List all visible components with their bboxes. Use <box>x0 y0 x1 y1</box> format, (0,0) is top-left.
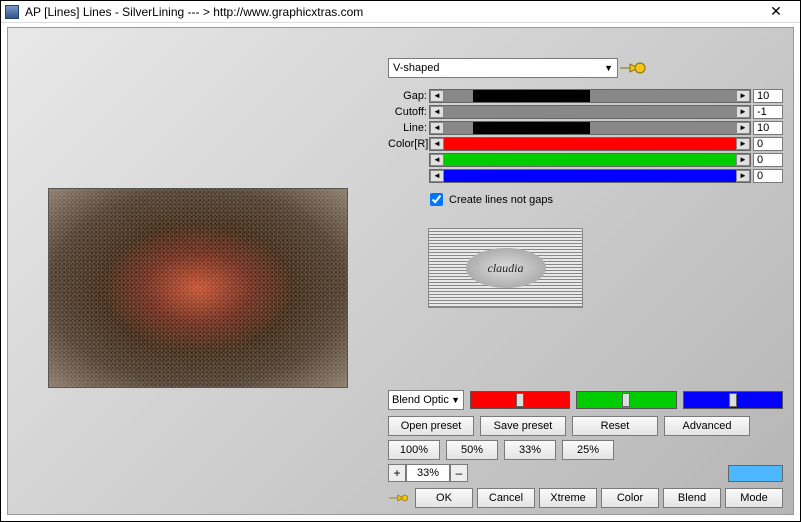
rgb-slider[interactable] <box>683 391 783 409</box>
logo-badge: claudia <box>428 228 583 308</box>
param-value[interactable]: 10 <box>753 121 783 135</box>
mode-button[interactable]: Mode <box>725 488 783 508</box>
color-button[interactable]: Color <box>601 488 659 508</box>
slider-left-arrow[interactable]: ◄ <box>430 170 444 182</box>
param-row: ◄ ► 0 <box>388 168 783 183</box>
app-icon <box>5 5 19 19</box>
slider-right-arrow[interactable]: ► <box>736 138 750 150</box>
param-slider[interactable]: ◄ ► <box>429 89 751 103</box>
color-swatch[interactable] <box>728 465 783 482</box>
param-value[interactable]: -1 <box>753 105 783 119</box>
param-label: Color[R]: <box>388 138 429 150</box>
preview-image <box>48 188 348 388</box>
param-value[interactable]: 0 <box>753 169 783 183</box>
window-title: AP [Lines] Lines - SilverLining --- > ht… <box>25 5 756 19</box>
rgb-slider[interactable] <box>576 391 676 409</box>
open-preset-button[interactable]: Open preset <box>388 416 474 436</box>
param-label: Gap: <box>388 90 429 102</box>
slider-right-arrow[interactable]: ► <box>736 90 750 102</box>
param-value[interactable]: 0 <box>753 137 783 151</box>
param-value[interactable]: 10 <box>753 89 783 103</box>
slider-left-arrow[interactable]: ◄ <box>430 138 444 150</box>
zoom-25pct-button[interactable]: 25% <box>562 440 614 460</box>
slider-left-arrow[interactable]: ◄ <box>430 122 444 134</box>
shape-dropdown[interactable]: V-shaped ▼ <box>388 58 618 78</box>
zoom-50pct-button[interactable]: 50% <box>446 440 498 460</box>
param-label: Cutoff: <box>388 106 429 118</box>
slider-right-arrow[interactable]: ► <box>736 122 750 134</box>
cancel-button[interactable]: Cancel <box>477 488 535 508</box>
xtreme-button[interactable]: Xtreme <box>539 488 597 508</box>
param-row: ◄ ► 0 <box>388 152 783 167</box>
param-slider[interactable]: ◄ ► <box>429 121 751 135</box>
zoom-33pct-button[interactable]: 33% <box>504 440 556 460</box>
top-controls: V-shaped ▼ Gap: ◄ ► 10 Cutoff: ◄ ► -1 Li… <box>388 58 783 206</box>
slider-left-arrow[interactable]: ◄ <box>430 90 444 102</box>
pointing-hand-icon <box>618 59 648 77</box>
slider-thumb[interactable] <box>729 393 737 407</box>
param-row: Line: ◄ ► 10 <box>388 120 783 135</box>
save-preset-button[interactable]: Save preset <box>480 416 566 436</box>
chevron-down-icon: ▼ <box>451 395 460 405</box>
slider-thumb[interactable] <box>516 393 524 407</box>
advanced-button[interactable]: Advanced <box>664 416 750 436</box>
blend-button[interactable]: Blend <box>663 488 721 508</box>
zoom-out-button[interactable]: – <box>450 464 468 482</box>
blend-dropdown[interactable]: Blend Optic ▼ <box>388 390 464 410</box>
param-row: Color[R]: ◄ ► 0 <box>388 136 783 151</box>
param-row: Cutoff: ◄ ► -1 <box>388 104 783 119</box>
create-lines-label: Create lines not gaps <box>449 194 553 206</box>
param-label: Line: <box>388 122 429 134</box>
shape-dropdown-value: V-shaped <box>393 62 439 74</box>
zoom-100pct-button[interactable]: 100% <box>388 440 440 460</box>
slider-left-arrow[interactable]: ◄ <box>430 106 444 118</box>
zoom-in-button[interactable]: + <box>388 464 406 482</box>
reset-button[interactable]: Reset <box>572 416 658 436</box>
slider-thumb[interactable] <box>622 393 630 407</box>
content-area: V-shaped ▼ Gap: ◄ ► 10 Cutoff: ◄ ► -1 Li… <box>7 27 794 515</box>
create-lines-checkbox[interactable] <box>430 193 443 206</box>
bottom-panel: Blend Optic ▼ Open preset Save preset Rese… <box>388 390 783 508</box>
param-slider[interactable]: ◄ ► <box>429 169 751 183</box>
param-row: Gap: ◄ ► 10 <box>388 88 783 103</box>
zoom-value: 33% <box>406 464 450 482</box>
slider-right-arrow[interactable]: ► <box>736 106 750 118</box>
ok-button[interactable]: OK <box>415 488 473 508</box>
slider-right-arrow[interactable]: ► <box>736 154 750 166</box>
param-slider[interactable]: ◄ ► <box>429 153 751 167</box>
plugin-window: AP [Lines] Lines - SilverLining --- > ht… <box>0 0 801 522</box>
pointing-hand-icon <box>388 489 409 507</box>
param-value[interactable]: 0 <box>753 153 783 167</box>
titlebar: AP [Lines] Lines - SilverLining --- > ht… <box>1 1 800 23</box>
slider-right-arrow[interactable]: ► <box>736 170 750 182</box>
param-slider[interactable]: ◄ ► <box>429 137 751 151</box>
chevron-down-icon: ▼ <box>604 63 613 73</box>
param-slider[interactable]: ◄ ► <box>429 105 751 119</box>
rgb-slider[interactable] <box>470 391 570 409</box>
slider-left-arrow[interactable]: ◄ <box>430 154 444 166</box>
blend-dropdown-value: Blend Optic <box>392 394 449 406</box>
logo-text: claudia <box>466 248 546 288</box>
close-button[interactable]: ✕ <box>756 2 796 22</box>
